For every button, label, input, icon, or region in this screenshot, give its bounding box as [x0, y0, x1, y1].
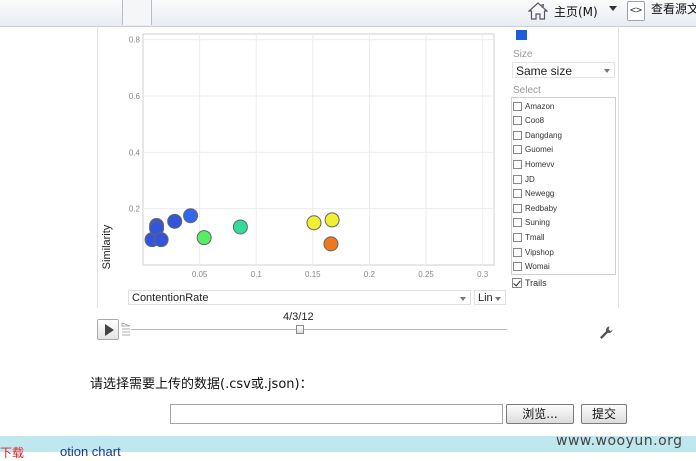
- company-label: Tmall: [525, 232, 545, 242]
- chevron-down-icon: [460, 297, 466, 301]
- company-label: Coo8: [525, 116, 545, 126]
- company-list-item[interactable]: Homevv: [513, 157, 554, 171]
- file-path-input[interactable]: [170, 404, 503, 424]
- footer-text-red[interactable]: 下载: [0, 444, 24, 461]
- chevron-down-icon: [495, 297, 501, 301]
- y-axis-title: Similarity: [101, 224, 113, 269]
- company-checkbox[interactable]: [513, 174, 522, 184]
- company-label: Womai: [525, 262, 550, 272]
- x-tick-label: 0.15: [305, 270, 321, 279]
- chevron-down-icon: [604, 69, 610, 73]
- speed-icon[interactable]: [121, 322, 131, 336]
- company-label: Vipshop: [525, 247, 554, 257]
- view-source-label[interactable]: 查看源文: [651, 0, 696, 17]
- company-list-item[interactable]: Guomei: [513, 143, 553, 157]
- scatter-point[interactable]: [232, 219, 248, 235]
- play-button[interactable]: [97, 319, 119, 340]
- company-list-item[interactable]: JD: [513, 172, 535, 186]
- company-checkbox[interactable]: [513, 145, 522, 155]
- company-checkbox[interactable]: [513, 101, 522, 111]
- company-list-item[interactable]: Tmall: [513, 230, 545, 244]
- home-dropdown-arrow-icon[interactable]: [609, 6, 617, 11]
- upload-label: 请选择需要上传的数据(.csv或.json)：: [90, 377, 313, 392]
- company-list-item[interactable]: Dangdang: [513, 128, 562, 142]
- company-label: JD: [525, 174, 535, 184]
- company-label: Redbaby: [525, 203, 558, 213]
- company-label: Dangdang: [525, 130, 562, 140]
- submit-button[interactable]: 提交: [581, 404, 627, 424]
- company-list-item[interactable]: Suning: [513, 216, 550, 230]
- size-select[interactable]: Same size: [512, 62, 615, 78]
- x-axis-select[interactable]: ContentionRate: [128, 290, 471, 305]
- scatter-point[interactable]: [323, 236, 339, 252]
- company-list-item[interactable]: Amazon: [513, 99, 554, 113]
- wrench-icon[interactable]: [598, 325, 614, 341]
- y-tick-label: 0.4: [129, 148, 141, 157]
- company-list-item[interactable]: Vipshop: [513, 245, 554, 259]
- plot-area[interactable]: [142, 33, 495, 266]
- color-swatch[interactable]: [516, 30, 527, 40]
- x-axis-select-value: ContentionRate: [132, 292, 209, 304]
- x-tick-label: 0.3: [477, 270, 489, 279]
- scatter-point[interactable]: [153, 232, 169, 248]
- x-tick-label: 0.2: [364, 270, 376, 279]
- scale-select-value: Lin: [478, 292, 493, 304]
- browser-toolbar: 主页(M) <> 查看源文: [0, 0, 696, 27]
- time-slider-value: 4/3/12: [283, 311, 314, 323]
- home-label: 主页(M): [554, 4, 598, 19]
- scatter-point[interactable]: [196, 230, 212, 246]
- company-checkbox[interactable]: [513, 130, 522, 140]
- company-label: Guomei: [525, 145, 554, 155]
- company-checkbox[interactable]: [513, 232, 522, 242]
- company-label: Newegg: [525, 189, 555, 199]
- x-tick-label: 0.1: [251, 270, 263, 279]
- x-tick-label: 0.25: [418, 270, 434, 279]
- browse-button[interactable]: 浏览...: [506, 404, 574, 424]
- company-checkbox[interactable]: [513, 262, 522, 272]
- home-button[interactable]: 主页(M): [528, 0, 598, 22]
- scatter-point[interactable]: [167, 213, 183, 229]
- company-checkbox[interactable]: [513, 159, 522, 169]
- scatter-point[interactable]: [183, 208, 199, 224]
- trails-checkbox[interactable]: [512, 278, 522, 288]
- company-label: Amazon: [525, 101, 555, 111]
- company-list-item[interactable]: Newegg: [513, 187, 554, 201]
- x-tick-label: 0.05: [192, 270, 208, 279]
- scatter-point[interactable]: [306, 215, 322, 231]
- trails-toggle[interactable]: Trails: [512, 278, 547, 288]
- size-label: Size: [513, 49, 533, 60]
- time-slider-track[interactable]: [131, 329, 507, 330]
- select-label: Select: [513, 85, 541, 96]
- source-code-icon[interactable]: <>: [627, 1, 645, 21]
- scatter-point[interactable]: [324, 212, 340, 228]
- company-checkbox[interactable]: [513, 218, 522, 228]
- company-list-item[interactable]: Redbaby: [513, 201, 557, 215]
- company-checkbox[interactable]: [513, 203, 522, 213]
- company-checkbox[interactable]: [513, 189, 522, 199]
- home-icon: [528, 2, 548, 20]
- company-checkbox[interactable]: [513, 247, 522, 257]
- y-tick-label: 0.2: [129, 205, 141, 214]
- y-tick-label: 0.6: [129, 92, 141, 101]
- y-tick-label: 0.8: [129, 36, 141, 45]
- size-select-value: Same size: [516, 64, 573, 78]
- scale-select[interactable]: Lin: [474, 290, 506, 305]
- trails-label: Trails: [525, 278, 547, 288]
- company-label: Suning: [525, 218, 550, 228]
- company-select-list[interactable]: Amazon Coo8 Dangdang Guomei Homevv JD Newegg Re…: [511, 97, 616, 275]
- company-list-item[interactable]: Coo8: [513, 114, 544, 128]
- company-label: Homevv: [525, 159, 555, 169]
- browser-tab[interactable]: [122, 0, 152, 25]
- company-list-item[interactable]: Womai: [513, 260, 550, 274]
- watermark: www.wooyun.org: [556, 433, 683, 449]
- time-slider-thumb[interactable]: [296, 325, 305, 334]
- company-checkbox[interactable]: [513, 116, 522, 126]
